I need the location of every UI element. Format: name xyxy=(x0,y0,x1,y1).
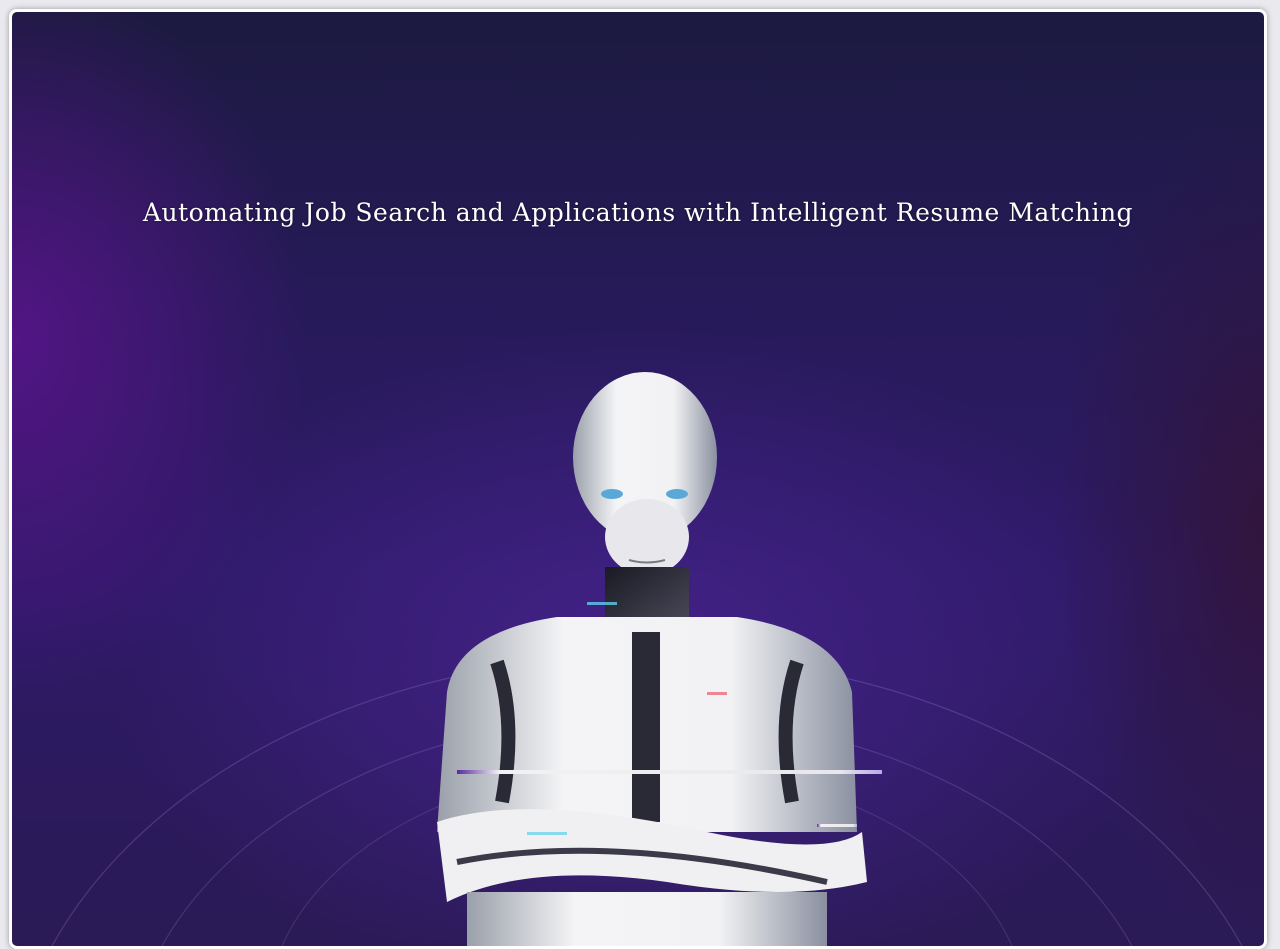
hero-slide: Automating Job Search and Applications w… xyxy=(9,9,1267,949)
glitch-bar xyxy=(457,770,882,774)
robot-left-eye xyxy=(601,489,623,499)
robot-right-eye xyxy=(666,489,688,499)
page-title: Automating Job Search and Applications w… xyxy=(142,198,1134,227)
glitch-bar xyxy=(817,824,857,827)
robot-illustration xyxy=(437,372,867,946)
